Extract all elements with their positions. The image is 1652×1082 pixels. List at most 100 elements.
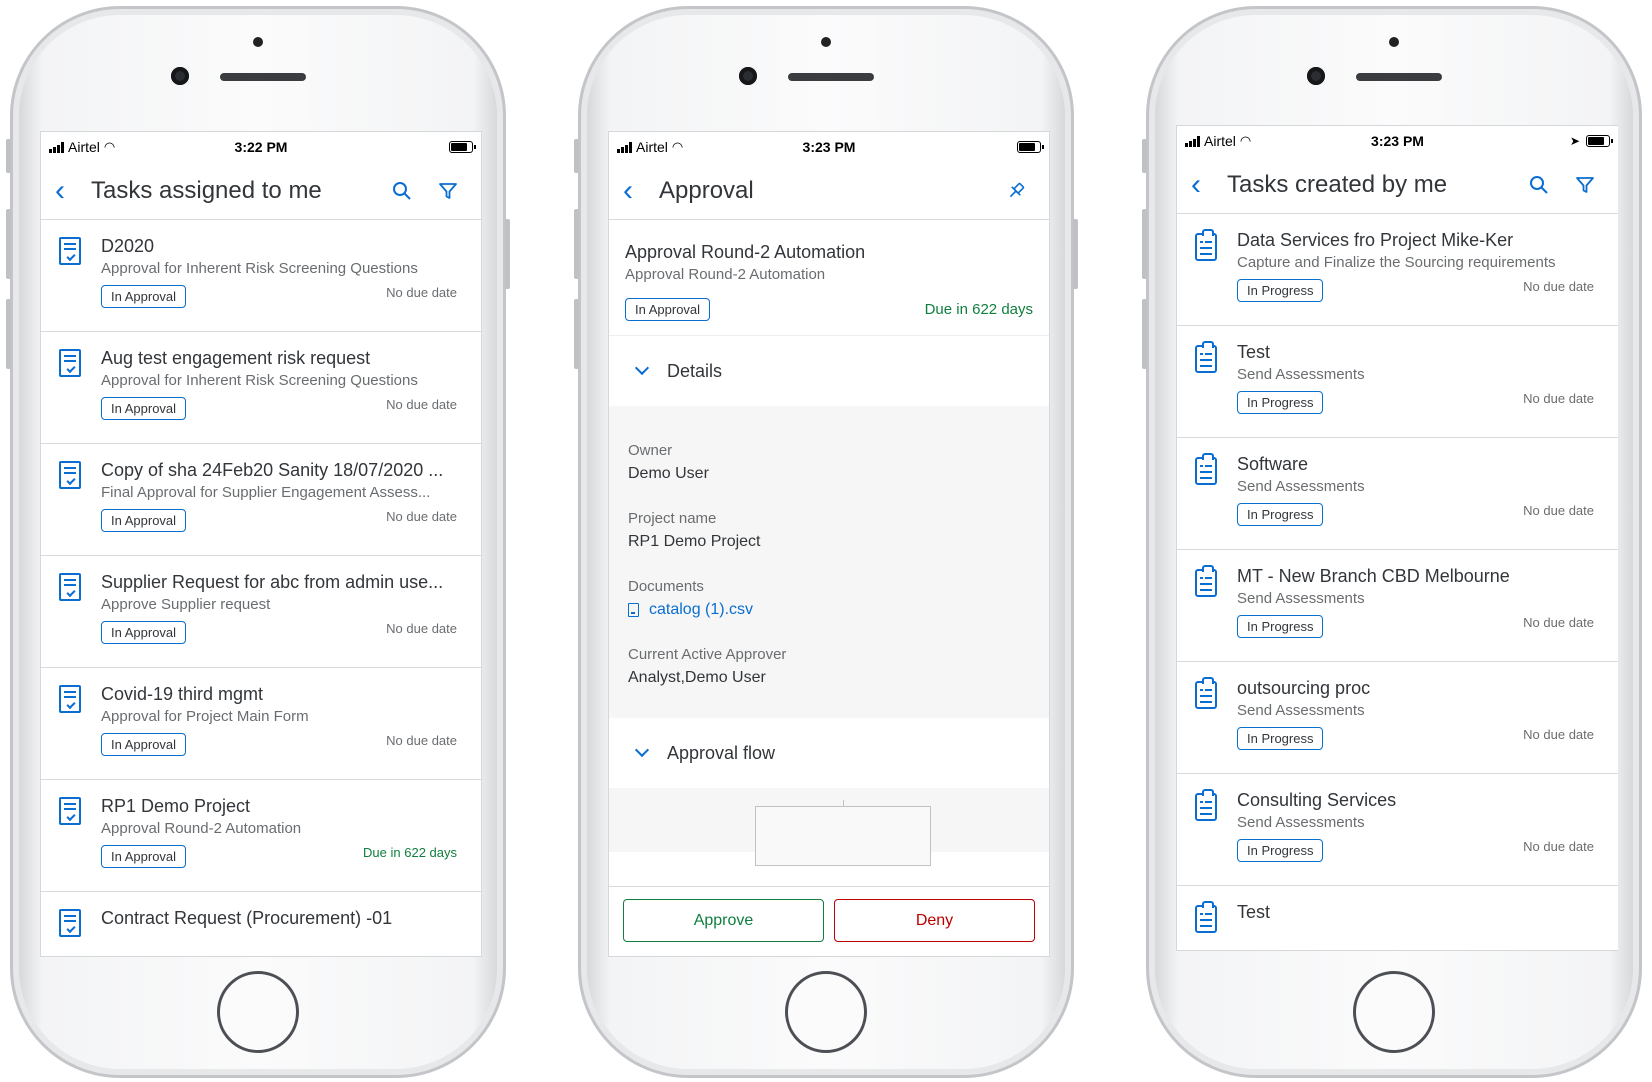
status-badge: In Progress: [1237, 839, 1324, 862]
proximity-sensor: [1389, 37, 1399, 47]
task-list-item[interactable]: MT - New Branch CBD Melbourne Send Asses…: [1177, 550, 1618, 662]
pin-icon[interactable]: [993, 181, 1039, 201]
task-doc-icon: [59, 797, 81, 825]
approval-flow-panel: [609, 788, 1049, 866]
task-list-item[interactable]: Aug test engagement risk request Approva…: [41, 332, 481, 444]
battery-icon: [1016, 141, 1044, 153]
due-date: No due date: [386, 621, 457, 636]
task-list-item[interactable]: Covid-19 third mgmt Approval for Project…: [41, 668, 481, 780]
status-badge: In Approval: [101, 733, 187, 756]
clipboard-icon: [1195, 453, 1217, 485]
file-icon: [628, 603, 639, 617]
back-icon[interactable]: ‹: [1191, 169, 1227, 200]
task-title: Test: [1237, 902, 1271, 922]
due-date: No due date: [386, 509, 457, 524]
object-title: Approval Round-2 Automation: [625, 242, 866, 262]
home-button[interactable]: [785, 971, 867, 1053]
approve-button[interactable]: Approve: [623, 899, 824, 942]
status-badge: In Approval: [101, 509, 187, 532]
due-date: No due date: [386, 397, 457, 412]
approver-value: Analyst,Demo User: [628, 669, 766, 686]
owner-label: Owner: [628, 442, 673, 459]
task-subtitle: Approval for Inherent Risk Screening Que…: [101, 372, 418, 389]
clock: 3:22 PM: [234, 139, 288, 155]
battery-icon: [1585, 135, 1613, 147]
status-bar: Airtel ◠ 3:23 PM: [609, 132, 1049, 162]
filter-icon[interactable]: [1562, 175, 1608, 195]
task-list-item[interactable]: Test Send Assessments In Progress No due …: [1177, 326, 1618, 438]
wifi-icon: ◠: [103, 139, 116, 154]
search-icon[interactable]: [1516, 175, 1562, 195]
due-date: Due in 622 days: [924, 301, 1033, 318]
mute-switch: [574, 139, 579, 173]
carrier-name: Airtel: [68, 139, 100, 155]
phone-frame-2: Airtel ◠ 3:23 PM ‹ Approval Approval Rou…: [574, 6, 1078, 1078]
task-title: Aug test engagement risk request: [101, 348, 371, 368]
filter-icon[interactable]: [425, 181, 471, 201]
task-title: D2020: [101, 236, 155, 256]
task-list-item[interactable]: Consulting Services Send Assessments In …: [1177, 774, 1618, 886]
due-date: No due date: [1523, 503, 1594, 518]
location-icon: ➤: [1569, 134, 1580, 148]
task-list-item[interactable]: Supplier Request for abc from admin use.…: [41, 556, 481, 668]
task-subtitle: Send Assessments: [1237, 814, 1365, 831]
task-list-item[interactable]: Contract Request (Procurement) -01: [41, 892, 481, 937]
home-button[interactable]: [217, 971, 299, 1053]
documents-label: Documents: [628, 578, 704, 595]
deny-button[interactable]: Deny: [834, 899, 1035, 942]
nav-header: ‹ Approval: [609, 162, 1049, 220]
search-icon[interactable]: [379, 181, 425, 201]
task-doc-icon: [59, 349, 81, 377]
task-list-item[interactable]: RP1 Demo Project Approval Round-2 Automa…: [41, 780, 481, 892]
back-icon[interactable]: ‹: [55, 175, 91, 206]
clipboard-icon: [1195, 229, 1217, 261]
back-icon[interactable]: ‹: [623, 175, 659, 206]
status-badge: In Progress: [1237, 727, 1324, 750]
section-title: Details: [667, 360, 723, 381]
task-title: RP1 Demo Project: [101, 796, 251, 816]
task-list-item[interactable]: Software Send Assessments In Progress No …: [1177, 438, 1618, 550]
status-badge: In Approval: [101, 621, 187, 644]
home-button[interactable]: [1353, 971, 1435, 1053]
earpiece-speaker: [788, 73, 874, 81]
page-title: Tasks assigned to me: [91, 176, 322, 204]
approval-flow-section-toggle[interactable]: Approval flow: [609, 718, 1049, 788]
task-list-item[interactable]: Copy of sha 24Feb20 Sanity 18/07/2020 ..…: [41, 444, 481, 556]
clipboard-icon: [1195, 565, 1217, 597]
flow-node[interactable]: [755, 806, 931, 866]
task-subtitle: Approval for Project Main Form: [101, 708, 309, 725]
owner-value: Demo User: [628, 465, 709, 482]
task-subtitle: Approval Round-2 Automation: [101, 820, 302, 837]
task-list-item[interactable]: Test: [1177, 886, 1618, 933]
task-title: Covid-19 third mgmt: [101, 684, 264, 704]
task-subtitle: Send Assessments: [1237, 478, 1365, 495]
signal-icon: [1185, 135, 1200, 147]
chevron-down-icon: [634, 360, 650, 376]
clock: 3:23 PM: [802, 139, 856, 155]
nav-header: ‹ Tasks assigned to me: [41, 162, 481, 220]
due-date: No due date: [386, 733, 457, 748]
document-link[interactable]: catalog (1).csv: [628, 598, 1030, 622]
clipboard-icon: [1195, 341, 1217, 373]
carrier-name: Airtel: [636, 139, 668, 155]
clock: 3:23 PM: [1371, 133, 1424, 149]
task-list-item[interactable]: outsourcing proc Send Assessments In Pro…: [1177, 662, 1618, 774]
power-button: [505, 219, 510, 289]
status-bar: Airtel ◠ 3:22 PM: [41, 132, 481, 162]
task-title: Data Services fro Project Mike-Ker: [1237, 230, 1514, 250]
approver-label: Current Active Approver: [628, 646, 787, 663]
status-badge: In Approval: [101, 845, 187, 868]
task-title: Contract Request (Procurement) -01: [101, 908, 393, 928]
battery-icon: [448, 141, 476, 153]
task-subtitle: Final Approval for Supplier Engagement A…: [101, 484, 431, 501]
task-list-item[interactable]: Data Services fro Project Mike-Ker Captu…: [1177, 214, 1618, 326]
task-title: Software: [1237, 454, 1309, 474]
earpiece-speaker: [220, 73, 306, 81]
status-badge: In Progress: [1237, 279, 1324, 302]
details-section-toggle[interactable]: Details: [609, 336, 1049, 406]
task-list-item[interactable]: D2020 Approval for Inherent Risk Screeni…: [41, 220, 481, 332]
task-doc-icon: [59, 237, 81, 265]
earpiece-speaker: [1356, 73, 1442, 81]
screen-tasks-created: Airtel ◠ 3:23 PM ➤ ‹ Tasks created by me…: [1176, 125, 1618, 951]
volume-down-button: [6, 299, 11, 369]
